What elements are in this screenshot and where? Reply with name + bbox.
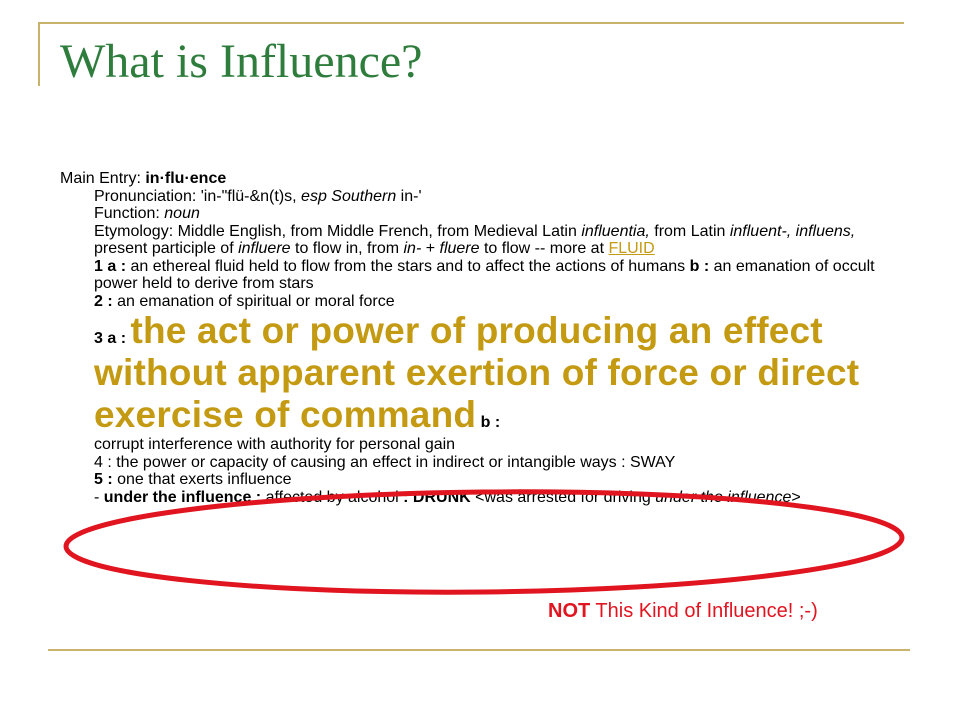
definition-2: 2 : an emanation of spiritual or moral f… bbox=[94, 293, 900, 311]
etymology-line: Etymology: Middle English, from Middle F… bbox=[94, 223, 900, 258]
note-text: This Kind of Influence! ;-) bbox=[590, 600, 818, 622]
def2-text: an emanation of spiritual or moral force bbox=[117, 292, 395, 310]
bottom-divider bbox=[48, 649, 910, 651]
entry-details: Pronunciation: 'in-"flü-&n(t)s, esp Sout… bbox=[60, 188, 900, 507]
etym-text-2: from Latin bbox=[649, 222, 730, 240]
phrase-example-italic: under the influence bbox=[655, 488, 792, 506]
fluid-link[interactable]: FLUID bbox=[608, 240, 654, 257]
slide-title: What is Influence? bbox=[60, 35, 423, 88]
etym-fluere: fluere bbox=[439, 240, 480, 257]
etym-influentia: influentia, bbox=[581, 222, 650, 240]
definition-1: 1 a : an ethereal fluid held to flow fro… bbox=[94, 258, 900, 293]
etym-in: in- bbox=[403, 240, 422, 257]
main-entry-word: in·flu·ence bbox=[145, 170, 227, 187]
phrase-label: under the influence : bbox=[103, 488, 266, 506]
phrase-text: affected by alcohol bbox=[265, 488, 404, 506]
definition-4: 4 : the power or capacity of causing an … bbox=[94, 453, 676, 471]
phrase-example-2: > bbox=[791, 488, 801, 506]
def5-text: one that exerts influence bbox=[117, 471, 292, 488]
def1a-text: an ethereal fluid held to flow from the … bbox=[130, 257, 690, 275]
def1b-label: b : bbox=[689, 257, 714, 275]
annotation-note: NOT This Kind of Influence! ;-) bbox=[548, 600, 818, 623]
def5-label: 5 : bbox=[94, 471, 118, 488]
def3a-label: 3 a : bbox=[94, 330, 131, 347]
etym-text-6: to flow -- more at bbox=[479, 240, 609, 257]
def3b-label: b : bbox=[476, 414, 501, 431]
etym-text-4: to flow in, from bbox=[290, 240, 404, 257]
note-bold: NOT bbox=[548, 600, 591, 622]
definition-3: 3 a : the act or power of producing an e… bbox=[94, 310, 900, 454]
pronunciation-esp: esp Southern bbox=[301, 187, 397, 205]
dictionary-entry: Main Entry: in·flu·ence Pronunciation: '… bbox=[60, 170, 900, 506]
phrase-line: - under the influence : affected by alco… bbox=[94, 489, 900, 507]
etym-text-5: + bbox=[421, 240, 440, 257]
left-divider bbox=[38, 22, 40, 86]
etym-text-3: present participle of bbox=[94, 240, 239, 257]
definition-5: 5 : one that exerts influence bbox=[94, 471, 900, 489]
def2-label: 2 : bbox=[94, 292, 118, 310]
etym-text-1: Etymology: Middle English, from Middle F… bbox=[94, 222, 582, 240]
def1a-label: 1 a : bbox=[94, 257, 131, 275]
pronunciation-line: Pronunciation: 'in-"flü-&n(t)s, esp Sout… bbox=[94, 188, 900, 206]
pronunciation-suffix: in-' bbox=[396, 187, 422, 205]
top-divider bbox=[38, 22, 904, 24]
phrase-example-1: <was arrested for driving bbox=[470, 488, 656, 506]
pronunciation-prefix: Pronunciation: 'in-"flü-&n(t)s, bbox=[94, 187, 302, 205]
main-entry-label: Main Entry: bbox=[60, 170, 146, 187]
etym-influent: influent-, influens, bbox=[729, 222, 856, 240]
main-entry-line: Main Entry: in·flu·ence bbox=[60, 170, 900, 188]
function-value: noun bbox=[164, 205, 200, 222]
function-line: Function: noun bbox=[94, 205, 900, 223]
phrase-drunk: : DRUNK bbox=[403, 488, 471, 506]
def3b-text: corrupt interference with authority for … bbox=[94, 436, 456, 453]
function-label: Function: bbox=[94, 205, 165, 222]
phrase-dash: - bbox=[94, 488, 104, 506]
etym-influere: influere bbox=[238, 240, 291, 257]
